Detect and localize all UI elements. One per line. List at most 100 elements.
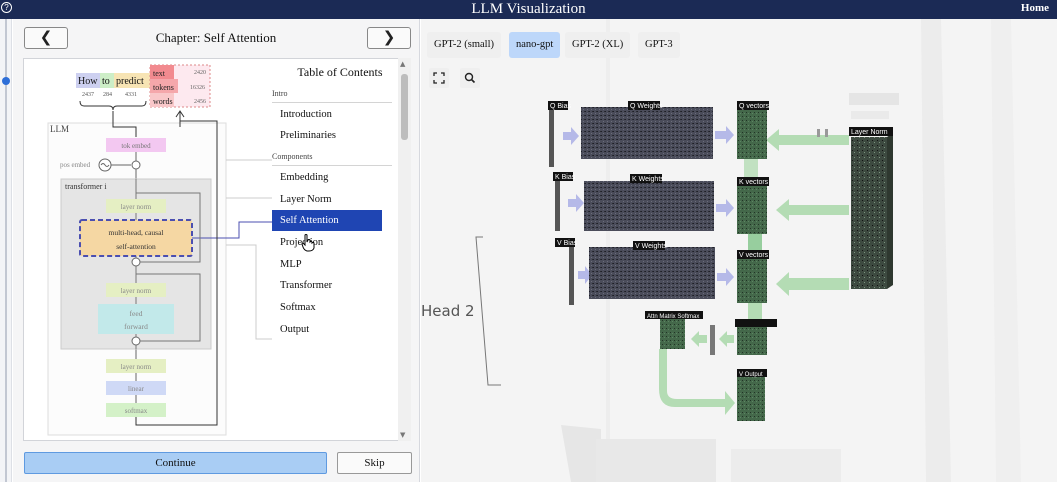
softmax-label: softmax — [125, 407, 148, 415]
scroll-up-icon[interactable]: ▲ — [400, 60, 405, 68]
fullscreen-button[interactable] — [429, 68, 449, 88]
attn-mid-block — [710, 325, 715, 355]
toc-divider — [272, 165, 392, 166]
layer-norm-1-label: layer norm — [121, 203, 152, 211]
legend-words: words — [153, 97, 173, 106]
attention-label-2: self-attention — [116, 242, 156, 251]
visualization-canvas[interactable]: Q Bias Q Weights Q vectors K Bias K Weig… — [421, 19, 1057, 482]
svg-text:Layer Norm: Layer Norm — [851, 129, 888, 136]
arrow — [716, 199, 734, 217]
scroll-down-icon[interactable]: ▼ — [400, 431, 405, 439]
attn-softmax-block — [660, 319, 685, 349]
toc-divider — [272, 102, 392, 103]
toc-item-self-attention[interactable]: Self Attention — [272, 210, 382, 231]
head-label: Head 2 — [421, 302, 475, 320]
q-vectors-block — [737, 107, 767, 159]
model-gpt2-small-button[interactable]: GPT-2 (small) — [427, 32, 501, 58]
svg-text:Q Weights: Q Weights — [630, 103, 663, 110]
continue-button[interactable]: Continue — [24, 452, 327, 474]
svg-text:V Output: V Output — [739, 372, 763, 378]
layer-norm-side — [887, 133, 893, 289]
lesson-content: How to predict 2437 284 4331 text tokens… — [23, 58, 411, 441]
attention-matrix-block — [737, 325, 767, 355]
residual-arrows — [766, 129, 849, 296]
add-node — [131, 257, 141, 267]
word-to: to — [102, 76, 110, 87]
final-norm-label: layer norm — [121, 363, 152, 371]
add-node — [131, 336, 141, 346]
token-bracket — [79, 100, 147, 111]
toc-item-preliminaries[interactable]: Preliminaries — [272, 125, 382, 146]
head-bracket — [475, 236, 501, 386]
toc-item-layer-norm[interactable]: Layer Norm — [272, 189, 382, 210]
lesson-panel: ❮ Chapter: Self Attention ❯ How to predi… — [13, 19, 420, 482]
token-id: 2437 — [82, 92, 94, 98]
visualization-panel[interactable]: Q Bias Q Weights Q vectors K Bias K Weig… — [421, 19, 1057, 482]
arrow — [719, 331, 734, 347]
svg-text:V vectors: V vectors — [739, 252, 769, 259]
arrow — [568, 194, 584, 212]
chapter-title: Chapter: Self Attention — [155, 30, 277, 45]
toc-title: Table of Contents — [297, 65, 383, 79]
word-predict: predict — [116, 76, 144, 87]
feed-forward-label-2: forward — [124, 322, 148, 331]
next-chapter-button[interactable]: ❯ — [367, 27, 411, 49]
v-weights-block — [589, 247, 715, 299]
arrow — [715, 126, 734, 144]
tok-embed-label: tok embed — [121, 142, 151, 150]
v-output-block — [737, 375, 765, 421]
token-id: 284 — [103, 92, 112, 98]
word-how: How — [78, 76, 98, 87]
model-nano-gpt-button[interactable]: nano-gpt — [509, 32, 561, 58]
progress-marker[interactable] — [2, 77, 10, 85]
arrow — [563, 127, 579, 145]
svg-text:Attn Matrix Softmax: Attn Matrix Softmax — [647, 314, 699, 320]
lesson-scrollbar[interactable]: ▲ ▼ — [398, 58, 411, 441]
legend-num: 2420 — [194, 70, 206, 76]
k-weights-block — [584, 181, 714, 231]
k-vectors-block — [737, 184, 767, 234]
toc-section-components: Components — [272, 152, 313, 161]
q-weights-block — [581, 107, 713, 159]
llm-label: LLM — [50, 124, 69, 134]
skip-button[interactable]: Skip — [337, 452, 412, 474]
legend-num: 16326 — [190, 85, 205, 91]
svg-text:V Weights: V Weights — [635, 243, 667, 250]
svg-text:K Weights: K Weights — [632, 176, 664, 183]
v-vectors-block — [737, 257, 767, 303]
svg-text:K vectors: K vectors — [739, 179, 769, 186]
toc-item-mlp[interactable]: MLP — [272, 254, 382, 275]
prev-chapter-button[interactable]: ❮ — [24, 27, 68, 49]
layer-norm-block — [851, 137, 887, 289]
output-arrow — [659, 349, 735, 415]
architecture-diagram: How to predict 2437 284 4331 text tokens… — [47, 64, 272, 436]
toc-item-projection[interactable]: Projection — [272, 232, 382, 253]
branch-lines — [226, 159, 272, 340]
fullscreen-icon — [433, 72, 445, 84]
hand-cursor-icon — [301, 234, 315, 252]
legend-num: 2456 — [194, 99, 206, 105]
transformer-label: transformer i — [65, 182, 107, 191]
home-link[interactable]: Home — [1021, 0, 1049, 17]
toc-item-introduction[interactable]: Introduction — [272, 104, 382, 125]
layer-norm-2-label: layer norm — [121, 287, 152, 295]
model-gpt3-button[interactable]: GPT-3 — [638, 32, 680, 58]
toc-item-output[interactable]: Output — [272, 319, 382, 340]
toc-item-softmax[interactable]: Softmax — [272, 297, 382, 318]
toc-item-transformer[interactable]: Transformer — [272, 275, 382, 296]
v-bias-block — [569, 245, 574, 305]
progress-rail — [5, 19, 7, 482]
top-bar: ? LLM Visualization Home — [0, 0, 1057, 19]
token-id: 4331 — [125, 92, 137, 98]
legend-text: text — [153, 69, 166, 78]
toc-item-embedding[interactable]: Embedding — [272, 167, 382, 188]
model-gpt2-xl-button[interactable]: GPT-2 (XL) — [565, 32, 631, 58]
svg-text:Q vectors: Q vectors — [739, 103, 769, 110]
search-button[interactable] — [460, 68, 480, 88]
attention-label-1: multi-head, causal — [109, 228, 164, 237]
svg-text:Q Bias: Q Bias — [550, 103, 572, 110]
scroll-thumb[interactable] — [401, 74, 408, 140]
arrow — [717, 268, 734, 286]
svg-text:V Bias: V Bias — [557, 240, 578, 247]
k-bias-block — [555, 175, 560, 231]
